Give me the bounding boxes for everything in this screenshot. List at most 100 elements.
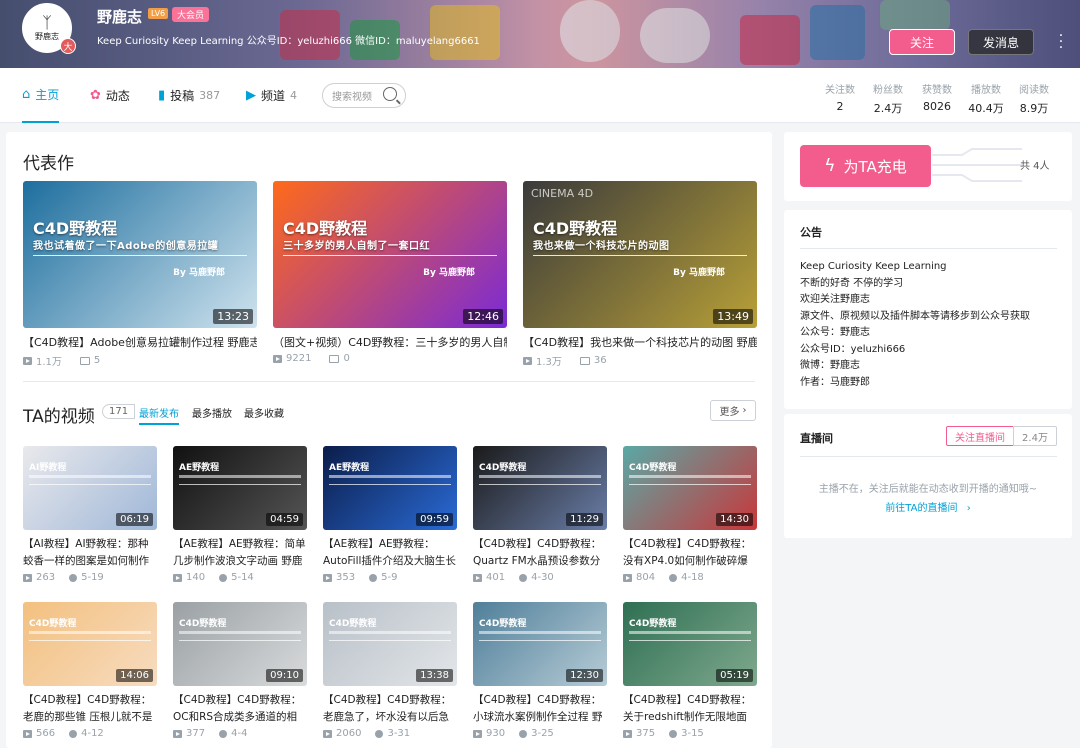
video-thumbnail[interactable]: C4D野教程 我也试着做了一下Adobe的创意易拉罐 By 马鹿野郎 13:23 — [23, 181, 257, 328]
publish-date: 4-12 — [81, 728, 104, 739]
video-card[interactable]: C4D野教程 12:30 【C4D教程】C4D野教程：小球流水案例制作全过程 野鹿 9… — [473, 602, 607, 739]
video-title[interactable]: 【AE教程】AE野教程：简单几步制作波浪文字动画 野鹿 — [173, 536, 307, 570]
lightning-icon: ϟ — [824, 156, 836, 176]
video-title[interactable]: 【C4D教程】C4D野教程：没有XP4.0如何制作破碎爆炸烟 — [623, 536, 757, 570]
video-title[interactable]: 【C4D教程】C4D野教程：老鹿的那些锥 压根儿就不是甜的 — [23, 692, 157, 726]
play-count-icon — [623, 573, 632, 582]
thumb-title: C4D野教程 — [283, 219, 368, 238]
thumb-subtitle-bar — [629, 475, 751, 478]
tab-channels-label: 频道 — [261, 89, 286, 103]
representative-card[interactable]: CINEMA 4D C4D野教程 我也来做一个科技芯片的动图 By 马鹿野郎 1… — [523, 181, 757, 368]
sort-latest[interactable]: 最新发布 — [139, 405, 179, 425]
video-card[interactable]: C4D野教程 05:19 【C4D教程】C4D野教程：关于redshift制作无限地… — [623, 602, 757, 739]
stat-fans[interactable]: 粉丝数 2.4万 — [862, 81, 914, 116]
live-tip: 主播不在，关注后就能在动态收到开播的通知哦~ — [818, 484, 1038, 495]
video-card[interactable]: AE野教程 09:59 【AE教程】AE野教程：AutoFill插件介绍及大脑生长 3… — [323, 446, 457, 583]
representative-card[interactable]: C4D野教程 我也试着做了一下Adobe的创意易拉罐 By 马鹿野郎 13:23… — [23, 181, 257, 368]
section-divider — [23, 381, 755, 382]
video-title[interactable]: 【C4D教程】Adobe创意易拉罐制作过程 野鹿志/马 — [23, 334, 257, 351]
play-count-icon — [523, 356, 532, 365]
video-thumbnail[interactable]: C4D野教程 12:30 — [473, 602, 607, 686]
search-video-input[interactable]: 搜索视频 — [322, 83, 406, 108]
representative-card[interactable]: C4D野教程 三十多岁的男人自制了一套口红 By 马鹿野郎 12:46 （图文+… — [273, 181, 507, 364]
tab-videos-label: 投稿 — [170, 89, 195, 103]
video-thumbnail[interactable]: AI野教程 06:19 — [23, 446, 157, 530]
clock-icon — [69, 573, 78, 582]
notice-line: 公众号ID：yeluzhi666 — [800, 343, 906, 355]
thumb-line — [329, 640, 451, 641]
tab-channels[interactable]: ▶ 频道 4 — [246, 68, 297, 123]
video-title[interactable]: 【AE教程】AE野教程：AutoFill插件介绍及大脑生长 — [323, 536, 457, 570]
video-title[interactable]: 【C4D教程】C4D野教程：老鹿急了，坏水没有以后急的冒 — [323, 692, 457, 726]
thumb-line — [29, 640, 151, 641]
clock-icon — [219, 729, 228, 738]
video-thumbnail[interactable]: CINEMA 4D C4D野教程 我也来做一个科技芯片的动图 By 马鹿野郎 1… — [523, 181, 757, 328]
play-count-icon — [23, 356, 32, 365]
notice-content: Keep Curiosity Keep Learning 不断的好奇 不停的学习… — [800, 259, 1030, 391]
more-options-icon[interactable]: · · · — [1056, 29, 1066, 55]
video-title[interactable]: 【C4D教程】我也来做一个科技芯片的动图 野鹿志/ — [523, 334, 757, 351]
video-title[interactable]: 【AI教程】AI野教程：那种蛟香一样的图案是如何制作的 野 — [23, 536, 157, 570]
charge-button[interactable]: ϟ 为TA充电 — [800, 145, 931, 187]
video-thumbnail[interactable]: C4D野教程 14:30 — [623, 446, 757, 530]
video-duration: 13:23 — [213, 309, 253, 324]
follow-button[interactable]: 关注 — [889, 29, 955, 55]
stat-following[interactable]: 关注数 2 — [814, 81, 866, 113]
video-title[interactable]: （图文+视频）C4D野教程：三十多岁的男人自制了 — [273, 334, 507, 351]
stat-value: 8026 — [923, 100, 951, 113]
video-card[interactable]: AE野教程 04:59 【AE教程】AE野教程：简单几步制作波浪文字动画 野鹿 140… — [173, 446, 307, 583]
thumb-subtitle-bar — [29, 631, 151, 634]
avatar-badge: 大 — [60, 38, 76, 54]
video-title[interactable]: 【C4D教程】C4D野教程：关于redshift制作无限地面的一 — [623, 692, 757, 726]
play-count-icon — [623, 729, 632, 738]
live-divider — [800, 456, 1057, 457]
video-meta: 9221 0 — [273, 353, 507, 364]
publish-date: 3-25 — [531, 728, 554, 739]
play-count: 401 — [486, 572, 506, 583]
video-card[interactable]: C4D野教程 11:29 【C4D教程】C4D野教程：Quartz FM水晶预设参数… — [473, 446, 607, 583]
video-duration: 14:06 — [116, 669, 153, 682]
video-thumbnail[interactable]: AE野教程 09:59 — [323, 446, 457, 530]
thumb-subtitle: 我也试着做了一下Adobe的创意易拉罐 — [33, 241, 219, 252]
video-thumbnail[interactable]: C4D野教程 13:38 — [323, 602, 457, 686]
video-card[interactable]: C4D野教程 13:38 【C4D教程】C4D野教程：老鹿急了，坏水没有以后急的冒 2… — [323, 602, 457, 739]
danmaku-count: 36 — [593, 355, 607, 366]
tab-home-label: 主页 — [35, 88, 60, 102]
video-thumbnail[interactable]: C4D野教程 14:06 — [23, 602, 157, 686]
charge-circuit-decoration — [932, 148, 1022, 182]
stat-value: 2 — [836, 100, 844, 113]
video-title[interactable]: 【C4D教程】C4D野教程：Quartz FM水晶预设参数分析 — [473, 536, 607, 570]
video-thumbnail[interactable]: C4D野教程 09:10 — [173, 602, 307, 686]
video-title[interactable]: 【C4D教程】C4D野教程：小球流水案例制作全过程 野鹿 — [473, 692, 607, 726]
play-count: 9221 — [286, 353, 312, 364]
follow-live-button[interactable]: 关注直播间 — [946, 426, 1014, 446]
notice-divider — [800, 248, 1057, 249]
sort-most-favorited[interactable]: 最多收藏 — [244, 405, 284, 420]
publish-date: 5-19 — [81, 572, 104, 583]
tab-home[interactable]: ⌂ 主页 — [22, 68, 60, 123]
video-thumbnail[interactable]: C4D野教程 三十多岁的男人自制了一套口红 By 马鹿野郎 12:46 — [273, 181, 507, 328]
video-thumbnail[interactable]: C4D野教程 11:29 — [473, 446, 607, 530]
video-meta: 140 5-14 — [173, 572, 307, 583]
user-signature: Keep Curiosity Keep Learning 公众号ID：yeluz… — [97, 36, 480, 47]
video-icon: ▮ — [158, 88, 166, 103]
video-card[interactable]: C4D野教程 14:06 【C4D教程】C4D野教程：老鹿的那些锥 压根儿就不是甜的… — [23, 602, 157, 739]
profile-nav: ⌂ 主页 ✿ 动态 ▮ 投稿 387 ▶ 频道 4 搜索视频 关注数 2 粉丝数 2… — [0, 68, 1080, 123]
video-card[interactable]: C4D野教程 14:30 【C4D教程】C4D野教程：没有XP4.0如何制作破碎爆炸… — [623, 446, 757, 583]
clock-icon — [669, 573, 678, 582]
play-count: 377 — [186, 728, 206, 739]
search-icon[interactable] — [383, 87, 397, 101]
tab-channels-count: 4 — [290, 89, 298, 102]
tab-dynamic[interactable]: ✿ 动态 — [90, 68, 130, 123]
tab-videos[interactable]: ▮ 投稿 387 — [158, 68, 220, 123]
sort-most-played[interactable]: 最多播放 — [192, 405, 232, 420]
clock-icon — [375, 729, 384, 738]
video-thumbnail[interactable]: C4D野教程 05:19 — [623, 602, 757, 686]
video-card[interactable]: AI野教程 06:19 【AI教程】AI野教程：那种蛟香一样的图案是如何制作的 野 2… — [23, 446, 157, 583]
video-title[interactable]: 【C4D教程】C4D野教程：OC和RS合成类多通道的相关 — [173, 692, 307, 726]
video-card[interactable]: C4D野教程 09:10 【C4D教程】C4D野教程：OC和RS合成类多通道的相关 3… — [173, 602, 307, 739]
message-button[interactable]: 发消息 — [968, 29, 1034, 55]
live-room-link[interactable]: 前往TA的直播间 › — [784, 499, 1072, 514]
more-videos-button[interactable]: 更多 › — [710, 400, 756, 421]
video-thumbnail[interactable]: AE野教程 04:59 — [173, 446, 307, 530]
